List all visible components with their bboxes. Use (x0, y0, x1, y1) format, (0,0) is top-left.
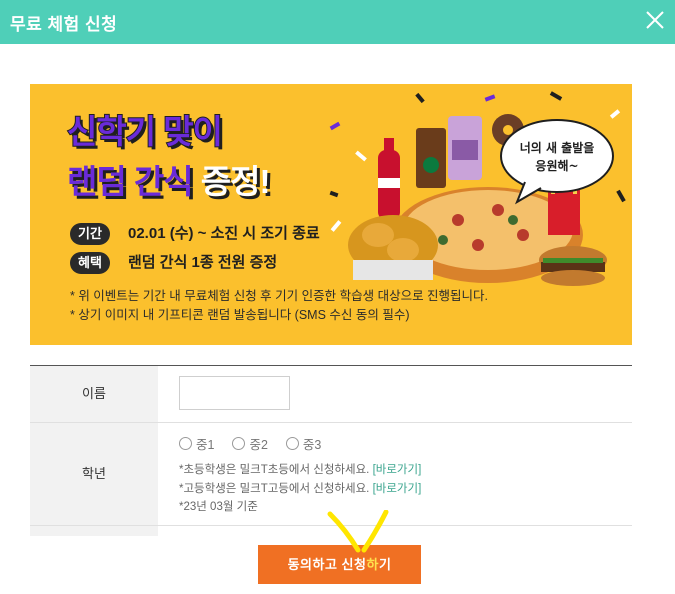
grade-option-3[interactable]: 중3 (285, 434, 322, 453)
speech-line2: 응원해~ (535, 158, 578, 173)
submit-label-highlight: 하 (366, 557, 379, 572)
agree-and-apply-button[interactable]: 동의하고 신청하기 (258, 545, 421, 584)
submit-label-start: 동의하고 신청 (287, 557, 367, 572)
grade-label: 학년 (30, 423, 158, 525)
elementary-note-text: *초등학생은 밀크T초등에서 신청하세요. (179, 464, 370, 476)
radio-button[interactable] (285, 437, 299, 450)
grade-option-1[interactable]: 중1 (179, 434, 214, 453)
grade-option-label: 중1 (196, 438, 215, 452)
highschool-note: *고등학생은 밀크T고등에서 신청하세요. [바로가기] (179, 481, 421, 497)
grade-option-label: 중2 (249, 438, 268, 452)
radio-button[interactable] (179, 437, 192, 450)
elementary-note: *초등학생은 밀크T초등에서 신청하세요. [바로가기] (179, 462, 421, 478)
close-icon[interactable] (641, 6, 669, 34)
highschool-go-link[interactable]: [바로가기] (373, 483, 422, 495)
banner-title-highlight: 랜덤 간식 (67, 163, 194, 200)
radio-button[interactable] (232, 437, 246, 450)
speech-line1: 너의 새 출발을 (520, 140, 595, 155)
period-text: 02.01 (수) ~ 소진 시 조기 종료 (128, 225, 320, 242)
submit-label-end: 기 (378, 557, 392, 572)
elementary-go-link[interactable]: [바로가기] (373, 464, 422, 476)
banner-note-2: * 상기 이미지 내 기프티콘 랜덤 발송됩니다 (SMS 수신 동의 필수) (70, 308, 410, 322)
next-row-label (30, 526, 158, 536)
grade-option-2[interactable]: 중2 (232, 434, 268, 453)
grade-option-label: 중3 (302, 438, 322, 452)
speech-bubble: 너의 새 출발을 응원해~ (500, 119, 614, 205)
event-banner: 신학기 맞이 랜덤 간식 증정! 기간 02.01 (수) ~ 소진 시 조기 … (30, 84, 632, 345)
period-tag: 기간 (70, 223, 110, 245)
benefit-tag: 혜택 (70, 252, 110, 274)
banner-title-suffix: 증정! (200, 163, 271, 200)
name-input[interactable] (179, 376, 290, 410)
benefit-text: 랜덤 간식 1종 전원 증정 (128, 254, 278, 271)
banner-title-line2: 랜덤 간식 증정! (67, 162, 270, 202)
grade-radio-group: 중1 중2 중3 (179, 434, 321, 453)
highschool-note-text: *고등학생은 밀크T고등에서 신청하세요. (179, 483, 370, 495)
reference-date-note: *23년 03월 기준 (179, 501, 258, 513)
modal-title: 무료 체험 신청 (10, 15, 118, 34)
name-label: 이름 (30, 366, 158, 422)
modal-header: 무료 체험 신청 (0, 0, 675, 44)
banner-title-line1: 신학기 맞이 (66, 112, 224, 151)
